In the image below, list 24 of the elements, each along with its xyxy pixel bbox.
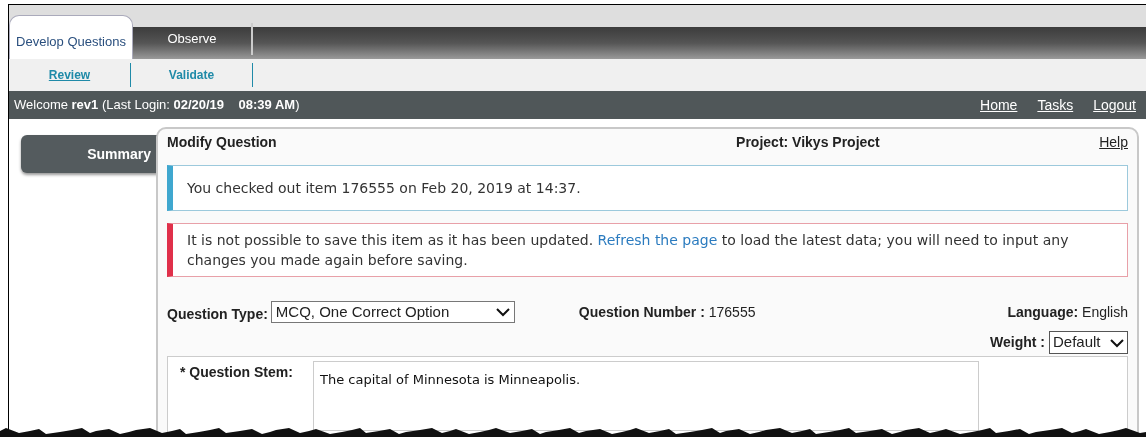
refresh-link[interactable]: Refresh the page <box>597 232 718 248</box>
chevron-down-icon <box>1110 337 1124 348</box>
welcome-text: Welcome rev1 (Last Login: 02/20/19 08:39 AM) <box>14 96 300 115</box>
alert-message: You checked out item 176555 on Feb 20, 2019 at 14:37. <box>187 180 581 196</box>
alert-message: It is not possible to save this item as it has been updated. Refresh the page to load the latest data; you will need to input any changes you made again before saving. <box>187 231 1070 270</box>
weight-select[interactable]: Default <box>1049 331 1128 354</box>
nav-link[interactable]: Home <box>980 94 1018 116</box>
language-value: Language: English <box>1007 303 1128 322</box>
tab[interactable]: Observe <box>133 23 253 55</box>
subtab[interactable]: Review <box>9 63 131 87</box>
panel-title: Modify Question <box>167 133 277 152</box>
subtab[interactable]: Validate <box>131 63 253 87</box>
project-name: Project: Vikys Project <box>736 133 880 152</box>
question-type-select[interactable]: MCQ, One Correct Option <box>270 301 515 323</box>
stem-field[interactable]: The capital of Minnesota is Minneapolis. <box>313 361 979 431</box>
question-number: Question Number : 176555 <box>578 303 756 322</box>
stem-label: * Question Stem: <box>180 363 294 382</box>
question-type-label: Question Type: <box>167 305 268 324</box>
tab[interactable]: Develop Questions <box>9 15 133 59</box>
chevron-down-icon <box>495 307 510 317</box>
nav-link[interactable]: Logout <box>1093 94 1136 116</box>
help-link[interactable]: Help <box>1099 132 1128 153</box>
nav-link[interactable]: Tasks <box>1037 94 1074 116</box>
weight-label: Weight : <box>990 333 1045 352</box>
